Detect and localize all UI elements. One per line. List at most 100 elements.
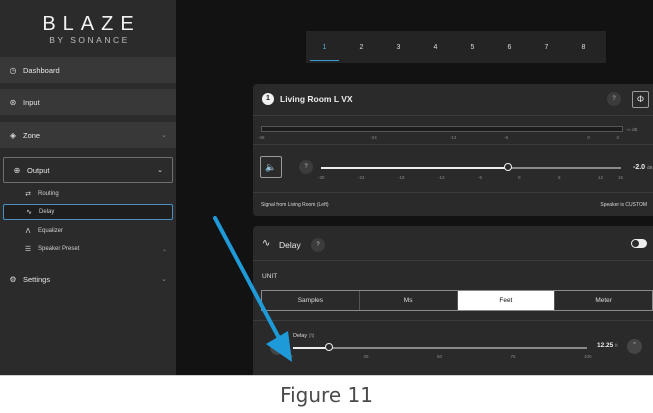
level-meter-tick: -24: [370, 135, 377, 140]
zone-icon: ◈: [9, 130, 17, 140]
delay-panel: ∿ Delay ? UNIT Samples Ms Feet Meter ⌄ D…: [253, 226, 653, 375]
brand-subtitle: BY SONANCE: [49, 35, 130, 45]
sidebar-item-label: Dashboard: [23, 65, 60, 75]
delay-enable-toggle[interactable]: [631, 239, 647, 248]
tab-channel-4[interactable]: 4: [417, 31, 454, 63]
sidebar-item-dashboard[interactable]: ◷ Dashboard: [0, 57, 176, 83]
unit-label: UNIT: [262, 273, 278, 280]
sidebar-item-label: Output: [27, 165, 50, 175]
channel-name: Living Room L VX: [280, 94, 353, 104]
gain-help-button[interactable]: ?: [299, 160, 313, 174]
equalizer-icon: Λ: [25, 227, 31, 235]
level-meter-tick: -12: [449, 135, 457, 140]
input-icon: ⊛: [9, 97, 17, 107]
speaker-preset-status: Speaker is CUSTOM: [600, 202, 647, 208]
delay-tick: 0: [290, 354, 293, 359]
delay-slider-thumb[interactable]: [325, 343, 333, 351]
brand-name: BLAZE: [42, 13, 141, 35]
sidebar-subitem-label: Speaker Preset: [38, 246, 80, 252]
level-meter-unit: -∞ dB: [626, 127, 638, 132]
gain-tick: -12: [438, 175, 445, 180]
sidebar-subitem-label: Routing: [38, 191, 59, 197]
delay-help-button[interactable]: ?: [311, 238, 325, 252]
phase-invert-button[interactable]: Φ: [632, 91, 649, 108]
help-button[interactable]: ?: [607, 92, 621, 106]
gain-slider-thumb[interactable]: [503, 163, 512, 171]
unit-selector: Samples Ms Feet Meter: [261, 290, 653, 311]
unit-option-ms[interactable]: Ms: [360, 291, 458, 310]
unit-option-feet[interactable]: Feet: [457, 291, 556, 310]
sidebar: BLAZE BY SONANCE ◷ Dashboard ⊛ Input ◈ Z…: [0, 0, 176, 375]
speaker-mute-button[interactable]: 🔈: [260, 156, 282, 178]
delay-tick: 100: [584, 354, 592, 359]
sidebar-item-label: Settings: [23, 274, 51, 284]
sidebar-item-label: Input: [23, 97, 40, 107]
level-meter-tick: 3: [616, 135, 619, 140]
delay-tick: 50: [437, 354, 443, 359]
unit-option-meter[interactable]: Meter: [555, 291, 652, 310]
gain-tick: 15: [618, 175, 624, 180]
sidebar-subitem-equalizer[interactable]: Λ Equalizer: [0, 223, 176, 239]
gain-tick: -24: [358, 175, 365, 180]
tab-channel-7[interactable]: 7: [528, 31, 565, 63]
channel-tabs: 12345678: [306, 31, 606, 63]
channel-panel: 1 Living Room L VX ? Φ -48 -24 -12 -6 0 3 -∞ …: [253, 84, 653, 216]
unit-option-samples[interactable]: Samples: [262, 291, 360, 310]
level-meter-tick: -48: [258, 135, 265, 140]
divider: [253, 320, 653, 321]
level-meter-tick: 0: [587, 135, 590, 140]
delay-tick: 25: [363, 354, 369, 359]
level-meter-tick: -6: [504, 135, 509, 140]
gain-slider-fill: [321, 167, 508, 169]
delay-slider-label: Delay [ft]: [293, 333, 315, 339]
delay-slider-fill: [293, 347, 329, 349]
tab-channel-6[interactable]: 6: [491, 31, 528, 63]
delay-slider-track[interactable]: [293, 347, 587, 349]
dashboard-icon: ◷: [9, 65, 17, 75]
routing-icon: ⇄: [25, 191, 31, 198]
chevron-down-icon: ⌄: [161, 246, 167, 253]
sidebar-item-zone[interactable]: ◈ Zone ⌄: [0, 122, 176, 148]
gain-tick: -18: [398, 175, 405, 180]
channel-number-badge: 1: [262, 93, 274, 105]
sidebar-item-settings[interactable]: ⚙ Settings ⌄: [0, 266, 176, 292]
sidebar-item-output[interactable]: ⊕ Output ⌄: [3, 157, 173, 183]
divider: [253, 192, 653, 193]
increase-delay-button[interactable]: ˆ: [627, 339, 642, 354]
sidebar-subitem-speaker-preset[interactable]: ☰ Speaker Preset ⌄: [0, 241, 176, 257]
app-window: BLAZE BY SONANCE ◷ Dashboard ⊛ Input ◈ Z…: [0, 0, 653, 375]
figure-caption: Figure 11: [0, 375, 653, 413]
gain-value: -2.0 dB: [633, 164, 653, 171]
tab-channel-8[interactable]: 8: [565, 31, 602, 63]
delay-title: Delay: [279, 240, 301, 250]
delay-icon: ∿: [26, 209, 32, 216]
speaker-preset-icon: ☰: [24, 246, 32, 253]
tab-channel-2[interactable]: 2: [343, 31, 380, 63]
settings-icon: ⚙: [9, 274, 17, 284]
sidebar-item-input[interactable]: ⊛ Input: [0, 89, 176, 115]
output-icon: ⊕: [13, 165, 21, 175]
gain-tick: 6: [558, 175, 561, 180]
divider: [253, 115, 653, 116]
delay-tick: 75: [510, 354, 516, 359]
decrease-delay-button[interactable]: ⌄: [270, 340, 285, 355]
gain-tick: -30: [318, 175, 325, 180]
tab-channel-1[interactable]: 1: [306, 31, 343, 63]
sidebar-subitem-routing[interactable]: ⇄ Routing: [0, 186, 176, 202]
delay-icon: ∿: [262, 238, 271, 249]
chevron-down-icon: ⌄: [157, 167, 163, 174]
gain-tick: 12: [598, 175, 604, 180]
brand-logo: BLAZE BY SONANCE: [0, 14, 176, 45]
signal-source-text: Signal from Living Room (Left): [261, 202, 329, 208]
divider: [253, 260, 653, 261]
figure-caption-text: Figure 11: [280, 382, 373, 407]
level-meter: [261, 126, 623, 132]
sidebar-subitem-delay[interactable]: ∿ Delay: [3, 204, 173, 220]
sidebar-subitem-label: Equalizer: [38, 228, 64, 234]
tab-channel-3[interactable]: 3: [380, 31, 417, 63]
delay-value: 12.25 ft: [597, 342, 618, 349]
chevron-down-icon: ⌄: [161, 132, 167, 139]
gain-tick: -6: [478, 175, 483, 180]
chevron-down-icon: ⌄: [161, 276, 167, 283]
tab-channel-5[interactable]: 5: [454, 31, 491, 63]
